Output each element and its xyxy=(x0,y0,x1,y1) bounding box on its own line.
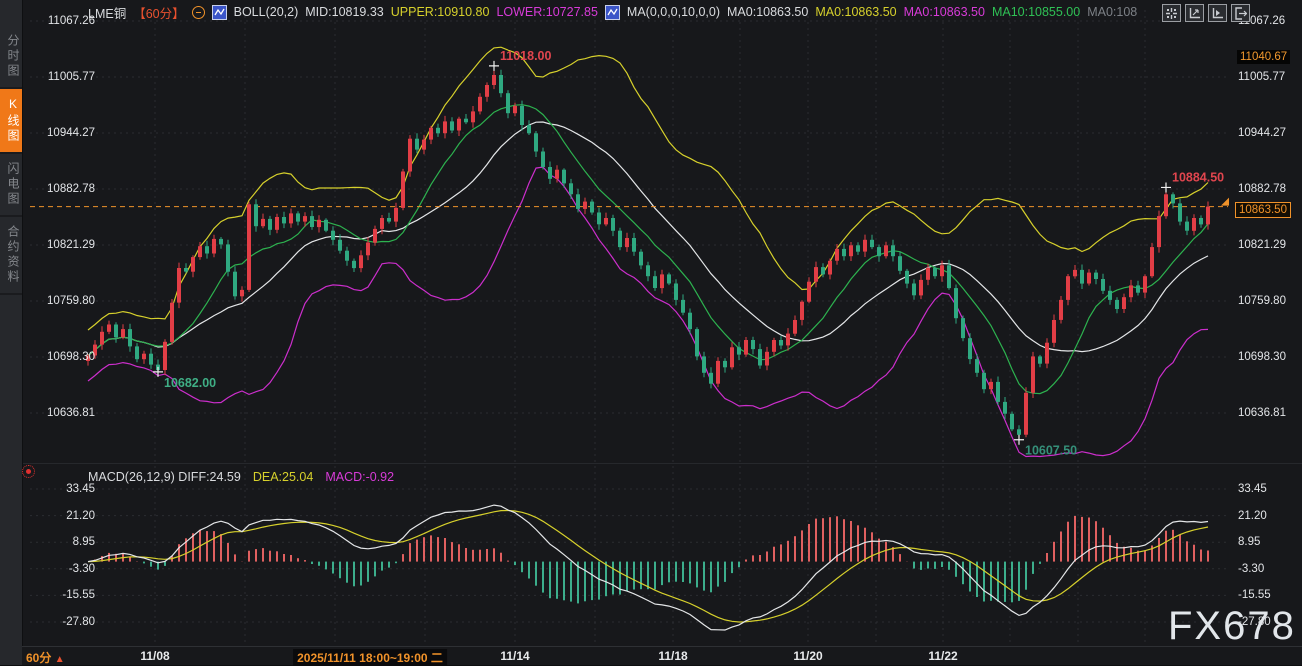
macd-title-diff-value: MACD(26,12,9) DIFF:24.59 xyxy=(88,470,241,484)
axis-label: 10882.78 xyxy=(47,182,95,196)
crosshair-tool-button[interactable] xyxy=(1162,4,1181,22)
axis-label: 10759.80 xyxy=(47,294,95,308)
boll-mid-value: MID:10819.33 xyxy=(305,5,384,19)
axis-label: 10882.78 xyxy=(1238,182,1286,196)
axis-label: 33.45 xyxy=(66,482,95,496)
boll-upper-value: UPPER:10910.80 xyxy=(391,5,490,19)
axis-label: 8.95 xyxy=(1238,535,1260,549)
date-tick-label: 11/14 xyxy=(500,649,529,663)
axis-label: 10698.30 xyxy=(47,350,95,364)
ma-indicator-icon[interactable] xyxy=(605,5,620,20)
sidebar-item-timeline-chart[interactable]: 分时图 xyxy=(0,26,22,89)
axis-label: -27.80 xyxy=(62,615,95,629)
axis-label: 11005.77 xyxy=(1238,70,1285,84)
axis-label: 10698.30 xyxy=(1238,350,1286,364)
date-tick-label: 11/18 xyxy=(658,649,687,663)
exit-panel-tool-button[interactable] xyxy=(1231,4,1250,22)
svg-text:11018.00: 11018.00 xyxy=(500,49,551,63)
ma-title: MA(0,0,0,10,0,0) xyxy=(627,5,720,19)
right-price-axis: 11067.2611005.7710944.2710882.7810821.29… xyxy=(1238,0,1300,665)
ma0-gray-value: MA0:108 xyxy=(1087,5,1137,19)
svg-text:10884.50: 10884.50 xyxy=(1172,170,1224,184)
ma0-yellow-value: MA0:10863.50 xyxy=(815,5,896,19)
period-selector[interactable]: 60分 ▲ xyxy=(26,649,65,666)
axis-label: -15.55 xyxy=(62,588,95,602)
chart-toolbar xyxy=(1162,4,1250,22)
kline-app: { "sidebar": { "tabs": [ {"label": "分时图"… xyxy=(0,0,1302,665)
axis-label: 21.20 xyxy=(1238,509,1267,523)
scale-axis-tool-button[interactable] xyxy=(1208,4,1227,22)
boll-lower-value: LOWER:10727.85 xyxy=(496,5,597,19)
sidebar-item-contract-info[interactable]: 合约资料 xyxy=(0,217,22,295)
date-tick-label: 11/22 xyxy=(928,649,957,663)
indicator-settings-icon[interactable] xyxy=(22,465,35,478)
time-axis-bar: 60分 ▲ 11/08 2025/11/11 18:00~19:00 二 11/14… xyxy=(22,646,1302,665)
axis-label: 21.20 xyxy=(66,509,95,523)
period-label: 【60分】 xyxy=(133,3,184,22)
boll-title: BOLL(20,2) xyxy=(234,5,299,19)
left-price-axis: 11067.2611005.7710944.2710882.7810821.29… xyxy=(28,0,95,665)
axis-label: 10821.29 xyxy=(1238,238,1286,252)
collapse-icon[interactable] xyxy=(192,6,205,19)
axis-label: 10636.81 xyxy=(1238,406,1286,420)
svg-text:10682.00: 10682.00 xyxy=(164,376,216,390)
axis-label: 10636.81 xyxy=(47,406,95,420)
ma0-magenta-value: MA0:10863.50 xyxy=(904,5,985,19)
svg-text:10607.50: 10607.50 xyxy=(1025,444,1077,458)
main-chart-canvas[interactable]: 10682.00 11018.00 10607.50 10884.50 xyxy=(0,0,1302,665)
sidebar-item-kline-chart[interactable]: K线图 xyxy=(0,89,22,154)
axis-label: 10821.29 xyxy=(47,238,95,252)
axis-label: 10944.27 xyxy=(47,126,95,140)
zoom-axis-tool-button[interactable] xyxy=(1185,4,1204,22)
date-tick-label: 11/08 xyxy=(140,649,169,663)
axis-label: -3.30 xyxy=(69,562,95,576)
axis-label: 10759.80 xyxy=(1238,294,1286,308)
macd-dea-value: DEA:25.04 xyxy=(253,470,313,484)
boll-indicator-icon[interactable] xyxy=(212,5,227,20)
period-arrow-icon: ▲ xyxy=(55,654,65,665)
prev-close-badge: 11040.67 xyxy=(1237,50,1290,64)
fx678-watermark: FX678 xyxy=(1168,604,1296,649)
last-price-badge: 10863.50 xyxy=(1235,202,1291,218)
ma0-white-value: MA0:10863.50 xyxy=(727,5,808,19)
chart-type-sidebar: 分时图 K线图 闪电图 合约资料 xyxy=(0,0,23,665)
axis-label: 11005.77 xyxy=(48,70,95,84)
panel-divider xyxy=(22,463,1302,464)
axis-label: 8.95 xyxy=(73,535,95,549)
indicator-legend-bar: LME铜 【60分】 BOLL(20,2) MID:10819.33 UPPER… xyxy=(88,3,1137,21)
axis-label: -15.55 xyxy=(1238,588,1271,602)
macd-legend-bar: MACD(26,12,9) DIFF:24.59 DEA:25.04 MACD:… xyxy=(88,470,394,484)
axis-label: -3.30 xyxy=(1238,562,1264,576)
symbol-name: LME铜 xyxy=(88,3,126,22)
axis-label: 10944.27 xyxy=(1238,126,1286,140)
selected-candle-time-label: 2025/11/11 18:00~19:00 二 xyxy=(293,649,447,666)
sidebar-item-lightning-chart[interactable]: 闪电图 xyxy=(0,154,22,217)
macd-value: MACD:-0.92 xyxy=(325,470,394,484)
axis-label: 33.45 xyxy=(1238,482,1267,496)
ma10-green-value: MA10:10855.00 xyxy=(992,5,1080,19)
date-tick-label: 11/20 xyxy=(793,649,822,663)
